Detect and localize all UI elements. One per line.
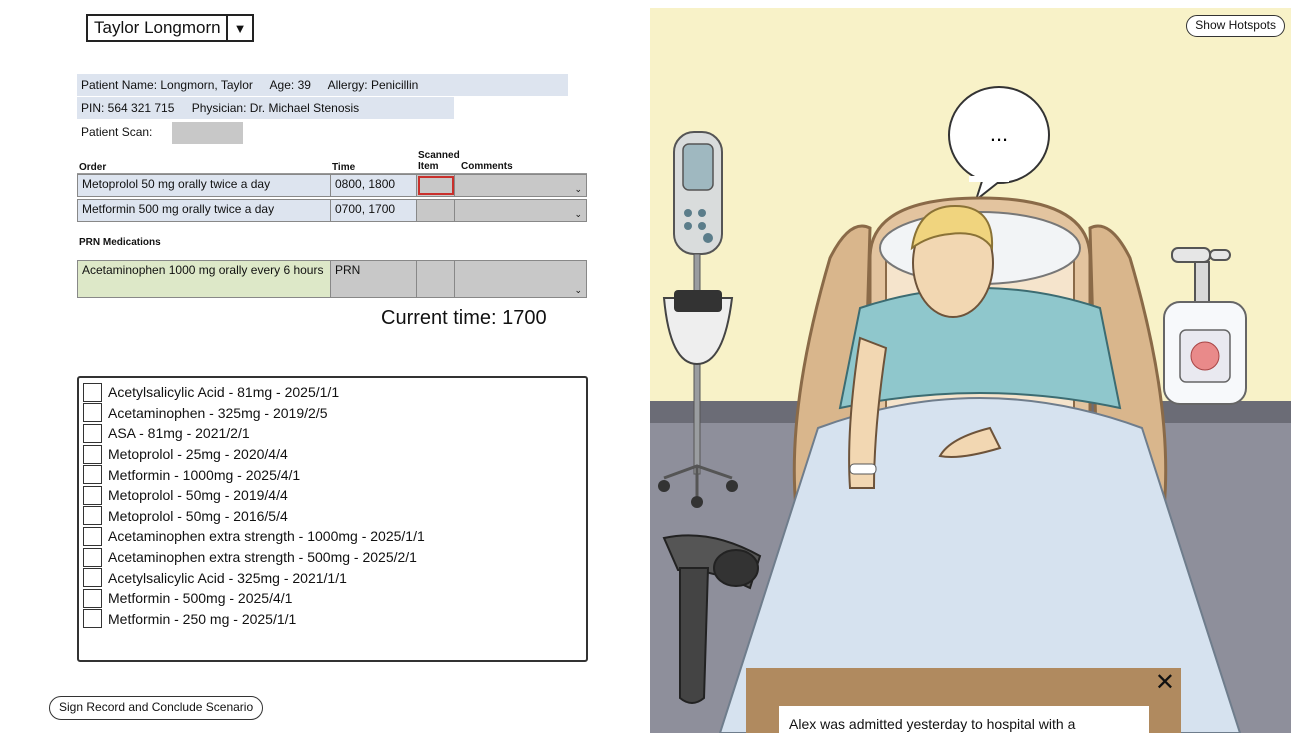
prn-order-row: Acetaminophen 1000 mg orally every 6 hou… — [77, 260, 587, 298]
scanned-item-field[interactable] — [417, 200, 455, 221]
narrative-panel: ✕ Alex was admitted yesterday to hospita… — [746, 668, 1181, 733]
order-text: Metoprolol 50 mg orally twice a day — [78, 175, 331, 196]
scanned-item-field[interactable] — [417, 261, 455, 297]
header-item: Item — [418, 161, 439, 172]
patient-scan-label: Patient Scan: — [81, 125, 153, 139]
medication-checkbox[interactable] — [83, 547, 102, 567]
sign-record-button[interactable]: Sign Record and Conclude Scenario — [49, 696, 264, 720]
chevron-down-icon: ⌄ — [574, 184, 582, 194]
patient-age: Age: 39 — [269, 78, 311, 92]
medication-item[interactable]: ASA - 81mg - 2021/2/1 — [83, 423, 586, 444]
medication-list: Acetylsalicylic Acid - 81mg - 2025/1/1 A… — [77, 376, 588, 662]
scanned-item-field[interactable] — [417, 175, 455, 196]
medication-label: Metoprolol - 50mg - 2019/4/4 — [108, 487, 288, 504]
medication-item[interactable]: Metformin - 250 mg - 2025/1/1 — [83, 609, 586, 630]
medication-checkbox[interactable] — [83, 465, 102, 485]
medication-item[interactable]: Metformin - 500mg - 2025/4/1 — [83, 588, 586, 609]
patient-info-row-2: PIN: 564 321 715 Physician: Dr. Michael … — [77, 97, 454, 119]
patient-allergy: Allergy: Penicillin — [327, 78, 419, 92]
patient-name: Patient Name: Longmorn, Taylor — [81, 78, 253, 92]
order-time: PRN — [331, 261, 417, 297]
medication-item[interactable]: Metoprolol - 50mg - 2019/4/4 — [83, 485, 586, 506]
medication-label: Acetaminophen extra strength - 500mg - 2… — [108, 549, 417, 566]
mar-panel: Taylor Longmorn ▼ Patient Name: Longmorn… — [0, 0, 650, 733]
comments-dropdown[interactable]: ⌄ — [455, 261, 586, 297]
patient-select-value: Taylor Longmorn — [94, 18, 221, 37]
chevron-down-icon: ⌄ — [574, 285, 582, 295]
medication-label: Metoprolol - 50mg - 2016/5/4 — [108, 507, 288, 524]
medication-item[interactable]: Metformin - 1000mg - 2025/4/1 — [83, 464, 586, 485]
narrative-text: Alex was admitted yesterday to hospital … — [779, 706, 1149, 733]
comments-dropdown[interactable]: ⌄ — [455, 200, 586, 221]
medication-checkbox[interactable] — [83, 588, 102, 608]
medication-item[interactable]: Acetaminophen - 325mg - 2019/2/5 — [83, 403, 586, 424]
patient-info-row-1: Patient Name: Longmorn, Taylor Age: 39 A… — [77, 74, 568, 96]
medication-label: Acetylsalicylic Acid - 81mg - 2025/1/1 — [108, 384, 340, 401]
show-hotspots-button[interactable]: Show Hotspots — [1186, 15, 1285, 37]
medication-item[interactable]: Acetaminophen extra strength - 500mg - 2… — [83, 547, 586, 568]
medication-checkbox[interactable] — [83, 382, 102, 402]
close-icon[interactable]: ✕ — [1155, 671, 1175, 695]
room-illustration: ... — [650, 8, 1291, 733]
medication-checkbox[interactable] — [83, 423, 102, 443]
current-time: Current time: 1700 — [381, 307, 547, 329]
medication-label: Metoprolol - 25mg - 2020/4/4 — [108, 446, 288, 463]
svg-text:...: ... — [990, 121, 1008, 146]
medication-checkbox[interactable] — [83, 526, 102, 546]
order-row: Metformin 500 mg orally twice a day 0700… — [77, 199, 587, 222]
comments-dropdown[interactable]: ⌄ — [455, 175, 586, 196]
order-row: Metoprolol 50 mg orally twice a day 0800… — [77, 174, 587, 197]
patient-room-scene: ... Show Hotspots ✕ Alex was admitted ye… — [650, 8, 1291, 733]
physician: Physician: Dr. Michael Stenosis — [191, 101, 360, 115]
header-scanned: Scanned — [418, 150, 460, 161]
medication-label: Acetaminophen - 325mg - 2019/2/5 — [108, 404, 328, 421]
medication-checkbox[interactable] — [83, 609, 102, 629]
patient-pin: PIN: 564 321 715 — [81, 101, 175, 115]
medication-checkbox[interactable] — [83, 444, 102, 464]
order-text: Acetaminophen 1000 mg orally every 6 hou… — [78, 261, 331, 297]
medication-label: Metformin - 250 mg - 2025/1/1 — [108, 610, 297, 627]
medication-item[interactable]: Metoprolol - 50mg - 2016/5/4 — [83, 506, 586, 527]
medication-item[interactable]: Acetaminophen extra strength - 1000mg - … — [83, 526, 586, 547]
header-time: Time — [332, 162, 356, 173]
chevron-down-icon[interactable]: ▼ — [226, 16, 252, 40]
medication-label: Metformin - 500mg - 2025/4/1 — [108, 590, 293, 607]
medication-label: Metformin - 1000mg - 2025/4/1 — [108, 466, 301, 483]
patient-select[interactable]: Taylor Longmorn ▼ — [86, 14, 254, 42]
header-comments: Comments — [461, 161, 513, 172]
medication-checkbox[interactable] — [83, 568, 102, 588]
header-order: Order — [79, 162, 107, 173]
order-text: Metformin 500 mg orally twice a day — [78, 200, 331, 221]
medication-checkbox[interactable] — [83, 506, 102, 526]
medication-label: ASA - 81mg - 2021/2/1 — [108, 425, 250, 442]
medication-checkbox[interactable] — [83, 485, 102, 505]
prn-heading: PRN Medications — [79, 237, 161, 248]
medication-label: Acetylsalicylic Acid - 325mg - 2021/1/1 — [108, 569, 347, 586]
chevron-down-icon: ⌄ — [574, 209, 582, 219]
patient-scan-field[interactable] — [172, 122, 243, 144]
medication-label: Acetaminophen extra strength - 1000mg - … — [108, 528, 425, 545]
order-time: 0800, 1800 — [331, 175, 417, 196]
app-root: Taylor Longmorn ▼ Patient Name: Longmorn… — [0, 0, 1291, 733]
medication-checkbox[interactable] — [83, 403, 102, 423]
order-time: 0700, 1700 — [331, 200, 417, 221]
medication-item[interactable]: Metoprolol - 25mg - 2020/4/4 — [83, 444, 586, 465]
medication-item[interactable]: Acetylsalicylic Acid - 325mg - 2021/1/1 — [83, 567, 586, 588]
medication-item[interactable]: Acetylsalicylic Acid - 81mg - 2025/1/1 — [83, 382, 586, 403]
